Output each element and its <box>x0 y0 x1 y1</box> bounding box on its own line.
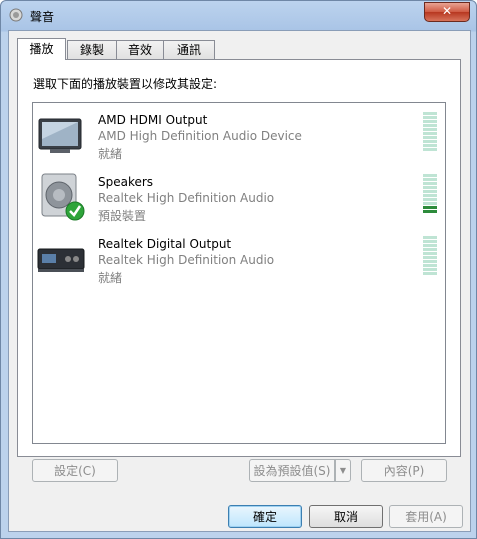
device-driver: Realtek High Definition Audio <box>98 253 275 267</box>
configure-button[interactable]: 設定(C) <box>32 459 118 482</box>
properties-button[interactable]: 內容(P) <box>361 459 447 482</box>
device-status: 預設裝置 <box>98 209 147 223</box>
set-default-button[interactable]: 設為預設值(S) <box>249 459 335 482</box>
tab-recording[interactable]: 錄製 <box>67 40 117 59</box>
speaker-app-icon <box>9 8 23 22</box>
dialog-body: 播放 錄製 音效 通訊 選取下面的播放裝置以修改其設定: AMD HDMI Ou… <box>8 30 471 532</box>
cancel-button[interactable]: 取消 <box>309 505 383 528</box>
device-item-amd-hdmi[interactable]: AMD HDMI Output AMD High Definition Audi… <box>33 105 443 165</box>
playback-panel: 選取下面的播放裝置以修改其設定: AMD HDMI Output AMD Hig… <box>17 59 461 457</box>
device-name: Realtek Digital Output <box>98 237 232 251</box>
device-status: 就緒 <box>98 147 123 161</box>
close-button[interactable]: ✕ <box>424 2 470 22</box>
device-item-speakers[interactable]: Speakers Realtek High Definition Audio 預… <box>33 167 443 227</box>
level-meter <box>423 174 437 216</box>
tab-sounds[interactable]: 音效 <box>116 40 164 59</box>
tab-communications[interactable]: 通訊 <box>163 40 215 59</box>
sound-dialog: 聲音 ✕ 播放 錄製 音效 通訊 選取下面的播放裝置以修改其設定: AMD HD… <box>0 0 477 539</box>
device-name: AMD HDMI Output <box>98 113 208 127</box>
device-item-digital-output[interactable]: Realtek Digital Output Realtek High Defi… <box>33 229 443 289</box>
title-bar[interactable]: 聲音 ✕ <box>1 1 476 29</box>
set-default-dropdown-icon[interactable]: ▼ <box>335 459 351 482</box>
device-status: 就緒 <box>98 271 123 285</box>
apply-button[interactable]: 套用(A) <box>389 505 463 528</box>
tab-playback[interactable]: 播放 <box>17 38 66 60</box>
monitor-icon <box>38 118 82 153</box>
instruction-text: 選取下面的播放裝置以修改其設定: <box>33 77 218 91</box>
device-name: Speakers <box>98 175 154 189</box>
digital-output-icon <box>37 248 85 272</box>
device-driver: AMD High Definition Audio Device <box>98 129 302 143</box>
speaker-icon <box>41 173 85 221</box>
ok-button[interactable]: 確定 <box>228 505 302 528</box>
device-driver: Realtek High Definition Audio <box>98 191 275 205</box>
window-title: 聲音 <box>30 10 55 24</box>
level-meter <box>423 112 437 154</box>
device-list[interactable]: AMD HDMI Output AMD High Definition Audi… <box>32 102 446 444</box>
level-meter <box>423 236 437 278</box>
